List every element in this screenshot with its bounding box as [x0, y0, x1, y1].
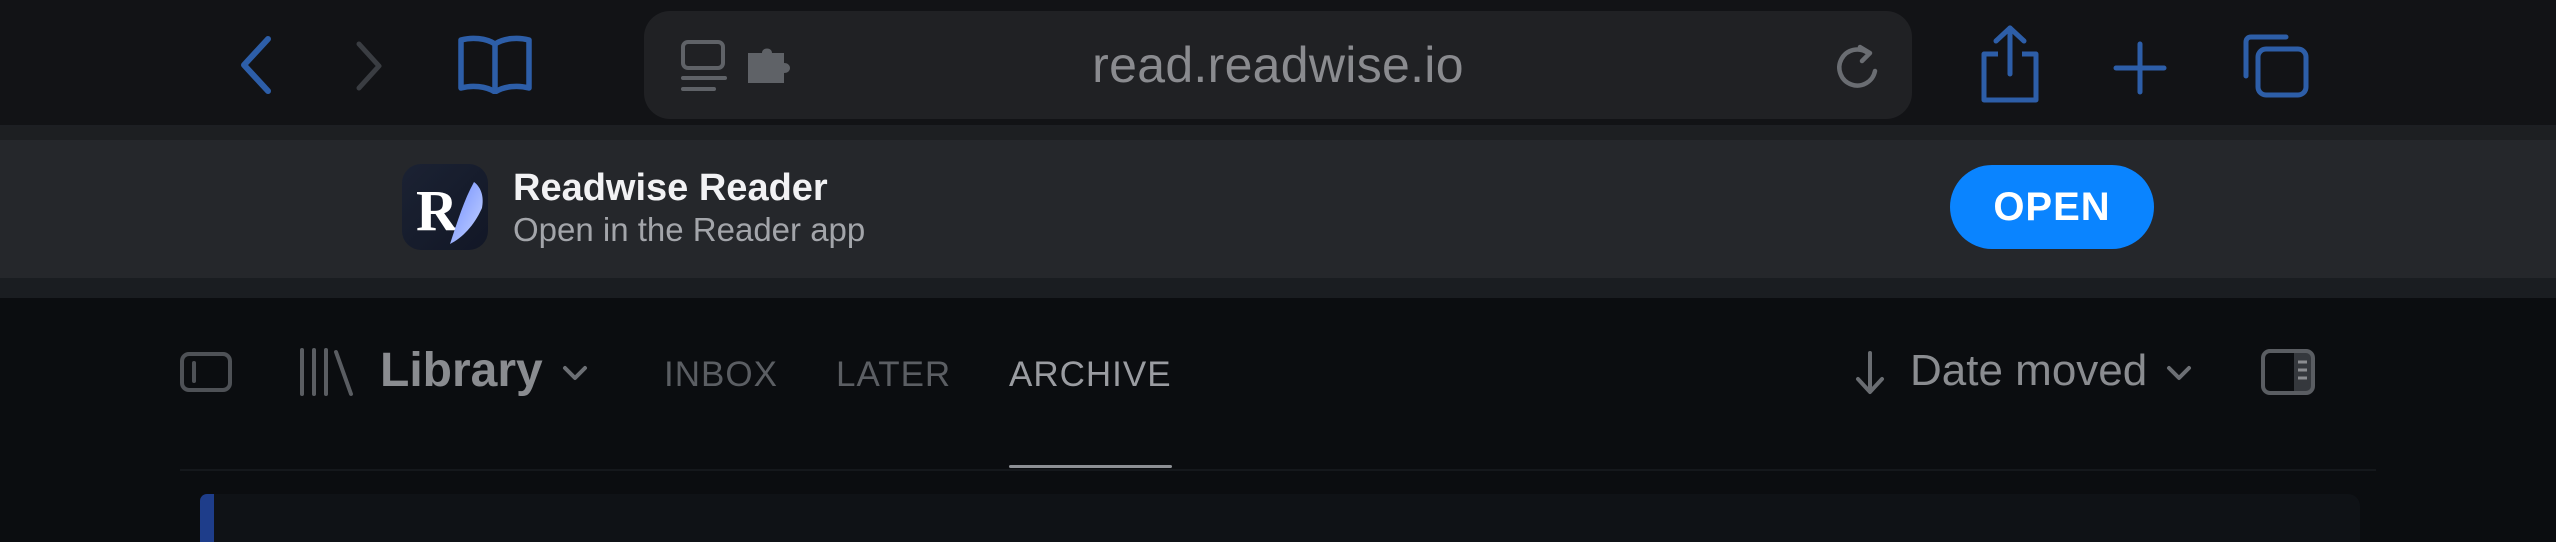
screen: read.readwise.io R Readwise Reader Open …	[0, 0, 2556, 542]
tab-inbox[interactable]: INBOX	[664, 355, 778, 395]
readwise-reader-app-icon: R	[402, 164, 488, 250]
app-subtitle: Open in the Reader app	[513, 211, 866, 248]
forward-icon[interactable]	[344, 36, 394, 96]
address-bar[interactable]: read.readwise.io	[644, 11, 1912, 119]
library-dropdown[interactable]: Library	[380, 343, 543, 398]
open-app-button[interactable]: OPEN	[1950, 165, 2154, 249]
back-icon[interactable]	[226, 30, 286, 100]
selected-item-indicator	[200, 494, 214, 542]
share-icon[interactable]	[1974, 24, 2046, 104]
reload-icon[interactable]	[1830, 39, 1886, 95]
sort-dropdown[interactable]: Date moved	[1910, 346, 2147, 396]
tabs-icon[interactable]	[2240, 32, 2312, 100]
active-tab-indicator	[1009, 465, 1172, 468]
header-divider	[180, 469, 2376, 471]
bookmarks-icon[interactable]	[454, 30, 536, 96]
right-panel-toggle-icon[interactable]	[2260, 348, 2316, 396]
tab-archive[interactable]: ARCHIVE	[1009, 355, 1172, 395]
sidebar-toggle-icon[interactable]	[178, 350, 234, 394]
url-text: read.readwise.io	[1092, 37, 1464, 93]
app-name: Readwise Reader	[513, 167, 828, 209]
svg-text:R: R	[416, 178, 459, 243]
new-tab-icon[interactable]	[2110, 40, 2170, 96]
document-list-item[interactable]	[200, 494, 2360, 542]
sort-arrow-down-icon[interactable]	[1852, 350, 1888, 396]
app-banner	[0, 140, 2556, 278]
tab-later[interactable]: LATER	[836, 355, 951, 395]
toolbar-separator	[0, 127, 2556, 140]
chevron-down-icon[interactable]	[560, 362, 590, 384]
banner-separator	[0, 278, 2556, 298]
sort-chevron-down-icon[interactable]	[2164, 362, 2194, 384]
browser-toolbar: read.readwise.io	[0, 0, 2556, 127]
library-icon	[296, 344, 356, 400]
